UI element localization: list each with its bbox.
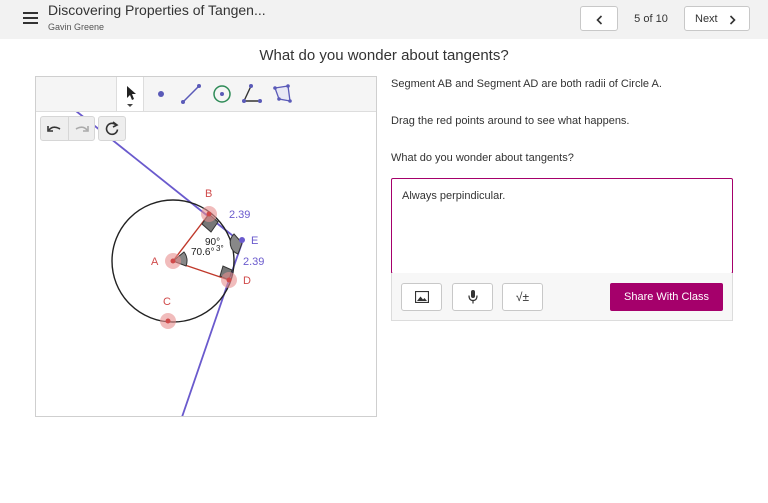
page-counter: 5 of 10 [634,13,668,25]
top-bar: Discovering Properties of Tangen... Gavi… [0,0,768,39]
tangent-line-top[interactable] [75,110,210,218]
reset-icon [105,121,119,136]
circle-tool-button[interactable] [209,81,235,107]
insert-image-button[interactable] [401,283,442,311]
polygon-tool-icon [273,84,292,103]
move-tool-button[interactable] [116,77,144,111]
response-textarea[interactable]: Always perpindicular. [391,178,733,274]
applet-toolbar [36,77,376,112]
label-c: C [163,296,171,308]
point-d[interactable] [226,277,232,283]
point-c[interactable] [165,318,171,324]
circle-tool-icon [213,85,231,103]
hamburger-menu-icon[interactable] [23,12,38,24]
response-text: Always perpindicular. [402,190,506,202]
activity-title: Discovering Properties of Tangen... [48,2,266,18]
segment-tool-button[interactable] [178,81,204,107]
angle-tool-icon [242,84,262,103]
chevron-right-icon [729,15,736,25]
length-label-top: 2.39 [229,209,250,221]
redo-icon [75,126,89,132]
microphone-icon [467,290,478,304]
point-a[interactable] [170,258,176,264]
instruction-line-3: What do you wonder about tangents? [391,152,574,164]
point-b[interactable] [206,211,212,217]
undo-icon [47,126,61,132]
length-label-bottom: 2.39 [243,256,264,268]
geometry-applet[interactable]: B A C D E 2.39 2.39 90° 70.6° 3° [35,76,377,417]
next-button[interactable]: Next [684,6,750,31]
math-input-button[interactable]: √± [502,283,543,311]
math-input-label: √± [515,290,530,304]
angle-label-small: 3° [216,244,224,253]
image-icon [414,291,429,303]
next-button-label: Next [695,13,718,25]
record-audio-button[interactable] [452,283,493,311]
response-toolbar: √± Share With Class [391,273,733,321]
share-with-class-button[interactable]: Share With Class [610,283,723,311]
chevron-left-icon [596,15,603,25]
point-e[interactable] [239,237,245,243]
segment-tool-icon [181,84,201,104]
angle-marker-e [229,233,243,255]
label-b: B [205,188,212,200]
angle-tool-button[interactable] [239,81,265,107]
instruction-line-2: Drag the red points around to see what h… [391,115,630,127]
redo-button[interactable] [68,117,95,140]
label-d: D [243,275,251,287]
polygon-tool-button[interactable] [269,81,295,107]
question-heading: What do you wonder about tangents? [259,47,509,64]
previous-button[interactable] [580,6,618,31]
point-tool-icon [158,91,164,97]
label-a: A [151,256,159,268]
cursor-arrow-icon [127,86,136,107]
angle-label-overlap: 70.6° [191,247,214,258]
point-tool-button[interactable] [148,81,174,107]
undo-redo-group [40,116,95,141]
label-e: E [251,235,258,247]
instruction-line-1: Segment AB and Segment AD are both radii… [391,78,662,90]
undo-button[interactable] [41,117,69,140]
tangent-line-bottom[interactable] [181,279,230,416]
author-name: Gavin Greene [48,22,105,32]
reset-button[interactable] [98,116,126,141]
